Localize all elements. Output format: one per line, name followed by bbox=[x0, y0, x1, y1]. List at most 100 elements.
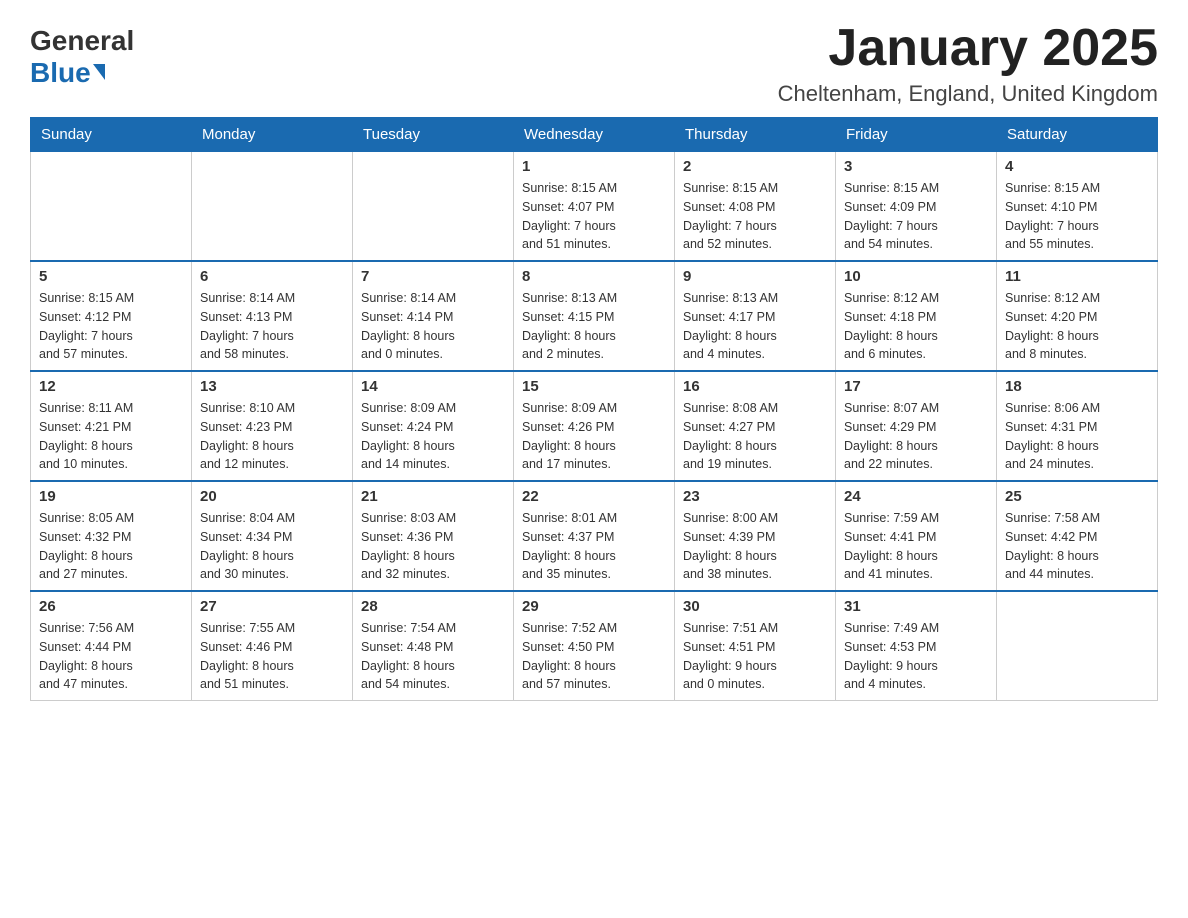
day-number: 21 bbox=[361, 488, 505, 505]
calendar-cell bbox=[31, 152, 192, 262]
calendar-cell: 2 Sunrise: 8:15 AMSunset: 4:08 PMDaylight… bbox=[675, 152, 836, 262]
day-info: Sunrise: 8:05 AMSunset: 4:32 PMDaylight:… bbox=[39, 509, 183, 584]
calendar-cell: 16 Sunrise: 8:08 AMSunset: 4:27 PMDayligh… bbox=[675, 371, 836, 481]
day-number: 25 bbox=[1005, 488, 1149, 505]
calendar-cell: 8 Sunrise: 8:13 AMSunset: 4:15 PMDaylight… bbox=[514, 261, 675, 371]
week-row-4: 19 Sunrise: 8:05 AMSunset: 4:32 PMDayligh… bbox=[31, 481, 1158, 591]
calendar-cell: 7 Sunrise: 8:14 AMSunset: 4:14 PMDaylight… bbox=[353, 261, 514, 371]
week-row-1: 1 Sunrise: 8:15 AMSunset: 4:07 PMDaylight… bbox=[31, 152, 1158, 262]
day-info: Sunrise: 8:14 AMSunset: 4:14 PMDaylight:… bbox=[361, 289, 505, 364]
logo: General Blue bbox=[30, 20, 134, 89]
day-info: Sunrise: 8:12 AMSunset: 4:20 PMDaylight:… bbox=[1005, 289, 1149, 364]
day-number: 2 bbox=[683, 158, 827, 175]
day-info: Sunrise: 7:59 AMSunset: 4:41 PMDaylight:… bbox=[844, 509, 988, 584]
day-number: 9 bbox=[683, 268, 827, 285]
calendar-cell: 17 Sunrise: 8:07 AMSunset: 4:29 PMDayligh… bbox=[836, 371, 997, 481]
day-number: 28 bbox=[361, 598, 505, 615]
calendar-cell: 15 Sunrise: 8:09 AMSunset: 4:26 PMDayligh… bbox=[514, 371, 675, 481]
location-title: Cheltenham, England, United Kingdom bbox=[778, 81, 1158, 107]
logo-general-text: General bbox=[30, 25, 134, 57]
day-info: Sunrise: 7:51 AMSunset: 4:51 PMDaylight:… bbox=[683, 619, 827, 694]
day-number: 1 bbox=[522, 158, 666, 175]
header-friday: Friday bbox=[836, 118, 997, 152]
calendar-cell: 14 Sunrise: 8:09 AMSunset: 4:24 PMDayligh… bbox=[353, 371, 514, 481]
logo-triangle-icon bbox=[93, 64, 105, 80]
day-info: Sunrise: 8:13 AMSunset: 4:17 PMDaylight:… bbox=[683, 289, 827, 364]
calendar-cell: 3 Sunrise: 8:15 AMSunset: 4:09 PMDaylight… bbox=[836, 152, 997, 262]
calendar-cell bbox=[997, 591, 1158, 701]
day-info: Sunrise: 8:08 AMSunset: 4:27 PMDaylight:… bbox=[683, 399, 827, 474]
day-number: 19 bbox=[39, 488, 183, 505]
calendar-cell: 22 Sunrise: 8:01 AMSunset: 4:37 PMDayligh… bbox=[514, 481, 675, 591]
day-info: Sunrise: 8:01 AMSunset: 4:37 PMDaylight:… bbox=[522, 509, 666, 584]
calendar-cell: 28 Sunrise: 7:54 AMSunset: 4:48 PMDayligh… bbox=[353, 591, 514, 701]
day-number: 22 bbox=[522, 488, 666, 505]
day-number: 26 bbox=[39, 598, 183, 615]
day-number: 18 bbox=[1005, 378, 1149, 395]
day-number: 12 bbox=[39, 378, 183, 395]
day-info: Sunrise: 7:54 AMSunset: 4:48 PMDaylight:… bbox=[361, 619, 505, 694]
day-number: 14 bbox=[361, 378, 505, 395]
day-number: 10 bbox=[844, 268, 988, 285]
day-info: Sunrise: 8:11 AMSunset: 4:21 PMDaylight:… bbox=[39, 399, 183, 474]
day-info: Sunrise: 7:55 AMSunset: 4:46 PMDaylight:… bbox=[200, 619, 344, 694]
day-info: Sunrise: 8:15 AMSunset: 4:09 PMDaylight:… bbox=[844, 179, 988, 254]
day-info: Sunrise: 7:58 AMSunset: 4:42 PMDaylight:… bbox=[1005, 509, 1149, 584]
week-row-2: 5Sunrise: 8:15 AMSunset: 4:12 PMDaylight… bbox=[31, 261, 1158, 371]
day-number: 8 bbox=[522, 268, 666, 285]
week-row-3: 12 Sunrise: 8:11 AMSunset: 4:21 PMDayligh… bbox=[31, 371, 1158, 481]
calendar-cell: 10 Sunrise: 8:12 AMSunset: 4:18 PMDayligh… bbox=[836, 261, 997, 371]
day-number: 4 bbox=[1005, 158, 1149, 175]
day-info: Sunrise: 8:13 AMSunset: 4:15 PMDaylight:… bbox=[522, 289, 666, 364]
header-monday: Monday bbox=[192, 118, 353, 152]
calendar-cell: 25 Sunrise: 7:58 AMSunset: 4:42 PMDayligh… bbox=[997, 481, 1158, 591]
calendar-cell: 29 Sunrise: 7:52 AMSunset: 4:50 PMDayligh… bbox=[514, 591, 675, 701]
day-info: Sunrise: 8:15 AMSunset: 4:12 PMDaylight:… bbox=[39, 289, 183, 364]
month-title: January 2025 bbox=[778, 20, 1158, 77]
calendar-header-row: SundayMondayTuesdayWednesdayThursdayFrid… bbox=[31, 118, 1158, 152]
day-info: Sunrise: 8:04 AMSunset: 4:34 PMDaylight:… bbox=[200, 509, 344, 584]
day-number: 13 bbox=[200, 378, 344, 395]
day-info: Sunrise: 8:15 AMSunset: 4:08 PMDaylight:… bbox=[683, 179, 827, 254]
calendar-cell: 26 Sunrise: 7:56 AMSunset: 4:44 PMDayligh… bbox=[31, 591, 192, 701]
day-info: Sunrise: 7:56 AMSunset: 4:44 PMDaylight:… bbox=[39, 619, 183, 694]
day-number: 23 bbox=[683, 488, 827, 505]
header-sunday: Sunday bbox=[31, 118, 192, 152]
day-info: Sunrise: 8:07 AMSunset: 4:29 PMDaylight:… bbox=[844, 399, 988, 474]
calendar-cell: 11 Sunrise: 8:12 AMSunset: 4:20 PMDayligh… bbox=[997, 261, 1158, 371]
day-info: Sunrise: 8:15 AMSunset: 4:07 PMDaylight:… bbox=[522, 179, 666, 254]
day-number: 31 bbox=[844, 598, 988, 615]
header-tuesday: Tuesday bbox=[353, 118, 514, 152]
week-row-5: 26 Sunrise: 7:56 AMSunset: 4:44 PMDayligh… bbox=[31, 591, 1158, 701]
day-info: Sunrise: 8:09 AMSunset: 4:24 PMDaylight:… bbox=[361, 399, 505, 474]
calendar-cell: 18Sunrise: 8:06 AMSunset: 4:31 PMDayligh… bbox=[997, 371, 1158, 481]
calendar-cell: 4 Sunrise: 8:15 AMSunset: 4:10 PMDaylight… bbox=[997, 152, 1158, 262]
day-info: Sunrise: 8:12 AMSunset: 4:18 PMDaylight:… bbox=[844, 289, 988, 364]
day-info: Sunrise: 8:03 AMSunset: 4:36 PMDaylight:… bbox=[361, 509, 505, 584]
calendar-cell bbox=[353, 152, 514, 262]
day-info: Sunrise: 7:52 AMSunset: 4:50 PMDaylight:… bbox=[522, 619, 666, 694]
calendar-cell: 12 Sunrise: 8:11 AMSunset: 4:21 PMDayligh… bbox=[31, 371, 192, 481]
day-number: 11 bbox=[1005, 268, 1149, 285]
header-thursday: Thursday bbox=[675, 118, 836, 152]
day-info: Sunrise: 8:10 AMSunset: 4:23 PMDaylight:… bbox=[200, 399, 344, 474]
calendar-cell: 24 Sunrise: 7:59 AMSunset: 4:41 PMDayligh… bbox=[836, 481, 997, 591]
day-number: 24 bbox=[844, 488, 988, 505]
day-info: Sunrise: 7:49 AMSunset: 4:53 PMDaylight:… bbox=[844, 619, 988, 694]
day-number: 3 bbox=[844, 158, 988, 175]
calendar-table: SundayMondayTuesdayWednesdayThursdayFrid… bbox=[30, 117, 1158, 701]
day-number: 20 bbox=[200, 488, 344, 505]
calendar-cell: 13 Sunrise: 8:10 AMSunset: 4:23 PMDayligh… bbox=[192, 371, 353, 481]
header-wednesday: Wednesday bbox=[514, 118, 675, 152]
calendar-cell: 6Sunrise: 8:14 AMSunset: 4:13 PMDaylight… bbox=[192, 261, 353, 371]
day-number: 6 bbox=[200, 268, 344, 285]
calendar-cell: 19 Sunrise: 8:05 AMSunset: 4:32 PMDayligh… bbox=[31, 481, 192, 591]
day-number: 7 bbox=[361, 268, 505, 285]
day-number: 29 bbox=[522, 598, 666, 615]
day-number: 15 bbox=[522, 378, 666, 395]
day-number: 16 bbox=[683, 378, 827, 395]
day-number: 17 bbox=[844, 378, 988, 395]
calendar-cell bbox=[192, 152, 353, 262]
day-info: Sunrise: 8:09 AMSunset: 4:26 PMDaylight:… bbox=[522, 399, 666, 474]
day-info: Sunrise: 8:15 AMSunset: 4:10 PMDaylight:… bbox=[1005, 179, 1149, 254]
